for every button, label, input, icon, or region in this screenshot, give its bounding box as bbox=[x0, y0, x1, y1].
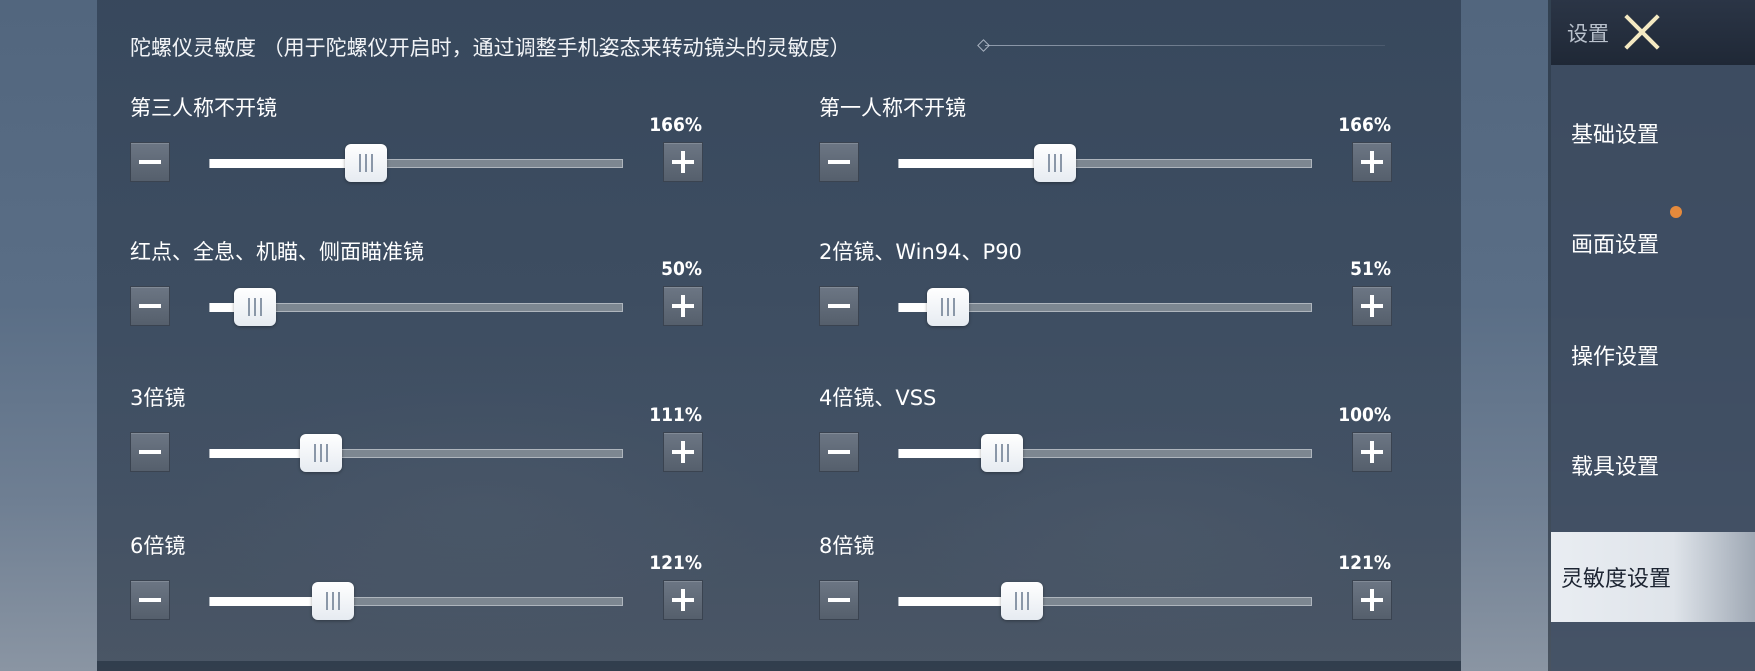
plus-icon bbox=[681, 589, 685, 611]
increase-button[interactable] bbox=[663, 286, 703, 326]
increase-button[interactable] bbox=[663, 580, 703, 620]
minus-icon bbox=[139, 160, 161, 164]
slider-value: 121% bbox=[1338, 552, 1391, 574]
decrease-button[interactable] bbox=[819, 580, 859, 620]
slider-value: 166% bbox=[649, 114, 702, 136]
slider-thumb[interactable] bbox=[1034, 144, 1076, 182]
increase-button[interactable] bbox=[1352, 142, 1392, 182]
slider-thumb[interactable] bbox=[234, 288, 276, 326]
plus-icon bbox=[1370, 441, 1374, 463]
decrease-button[interactable] bbox=[130, 286, 170, 326]
sidebar-item-label: 操作设置 bbox=[1571, 345, 1660, 370]
slider-value: 50% bbox=[661, 258, 702, 280]
slider-thumb[interactable] bbox=[981, 434, 1023, 472]
sidebar-item-controls[interactable]: 操作设置 bbox=[1551, 310, 1755, 400]
sidebar-item-label: 画面设置 bbox=[1571, 233, 1660, 258]
slider-thumb[interactable] bbox=[312, 582, 354, 620]
plus-icon bbox=[681, 151, 685, 173]
slider-label: 红点、全息、机瞄、侧面瞄准镜 bbox=[130, 240, 424, 264]
minus-icon bbox=[828, 304, 850, 308]
increase-button[interactable] bbox=[1352, 580, 1392, 620]
minus-icon bbox=[139, 450, 161, 454]
slider-label: 8倍镜 bbox=[819, 534, 875, 558]
slider-track[interactable] bbox=[898, 597, 1312, 606]
slider-label: 3倍镜 bbox=[130, 386, 186, 410]
plus-icon bbox=[1370, 295, 1374, 317]
increase-button[interactable] bbox=[663, 432, 703, 472]
slider-value: 100% bbox=[1338, 404, 1391, 426]
slider-value: 121% bbox=[649, 552, 702, 574]
section-title: 陀螺仪灵敏度 （用于陀螺仪开启时，通过调整手机姿态来转动镜头的灵敏度） bbox=[130, 36, 851, 60]
sidebar-item-label: 基础设置 bbox=[1571, 123, 1660, 148]
settings-panel bbox=[97, 0, 1461, 661]
increase-button[interactable] bbox=[1352, 286, 1392, 326]
slider-label: 6倍镜 bbox=[130, 534, 186, 558]
decrease-button[interactable] bbox=[819, 142, 859, 182]
slider-track[interactable] bbox=[209, 597, 623, 606]
plus-icon bbox=[681, 441, 685, 463]
slider-label: 4倍镜、VSS bbox=[819, 386, 937, 410]
slider-thumb[interactable] bbox=[300, 434, 342, 472]
minus-icon bbox=[828, 160, 850, 164]
notification-dot bbox=[1670, 206, 1682, 218]
slider-track[interactable] bbox=[898, 159, 1312, 168]
slider-fill bbox=[210, 159, 367, 168]
minus-icon bbox=[139, 304, 161, 308]
decrease-button[interactable] bbox=[819, 286, 859, 326]
slider-label: 第三人称不开镜 bbox=[130, 96, 277, 120]
slider-track[interactable] bbox=[209, 449, 623, 458]
plus-icon bbox=[1370, 589, 1374, 611]
sidebar-item-graphics[interactable]: 画面设置 bbox=[1551, 198, 1755, 288]
sidebar-item-basic[interactable]: 基础设置 bbox=[1551, 88, 1755, 178]
minus-icon bbox=[828, 598, 850, 602]
plus-icon bbox=[681, 295, 685, 317]
slider-thumb[interactable] bbox=[1001, 582, 1043, 620]
sidebar-item-label: 载具设置 bbox=[1571, 455, 1660, 480]
close-x-icon[interactable] bbox=[1621, 12, 1661, 52]
panel-bottom-edge bbox=[97, 661, 1461, 671]
title-divider bbox=[985, 45, 1385, 46]
sidebar-item-label: 灵敏度设置 bbox=[1561, 567, 1672, 592]
sidebar-item-sensitivity[interactable]: 灵敏度设置 bbox=[1551, 532, 1755, 622]
slider-label: 2倍镜、Win94、P90 bbox=[819, 240, 1022, 264]
minus-icon bbox=[828, 450, 850, 454]
decrease-button[interactable] bbox=[130, 142, 170, 182]
sidebar-title: 设置 bbox=[1567, 22, 1609, 46]
slider-value: 111% bbox=[649, 404, 702, 426]
increase-button[interactable] bbox=[1352, 432, 1392, 472]
slider-value: 51% bbox=[1350, 258, 1391, 280]
slider-track[interactable] bbox=[898, 449, 1312, 458]
plus-icon bbox=[1370, 151, 1374, 173]
slider-thumb[interactable] bbox=[927, 288, 969, 326]
minus-icon bbox=[139, 598, 161, 602]
sidebar-item-vehicle[interactable]: 载具设置 bbox=[1551, 420, 1755, 510]
slider-fill bbox=[899, 159, 1056, 168]
decrease-button[interactable] bbox=[130, 580, 170, 620]
slider-track[interactable] bbox=[209, 159, 623, 168]
decrease-button[interactable] bbox=[130, 432, 170, 472]
increase-button[interactable] bbox=[663, 142, 703, 182]
decrease-button[interactable] bbox=[819, 432, 859, 472]
slider-value: 166% bbox=[1338, 114, 1391, 136]
slider-label: 第一人称不开镜 bbox=[819, 96, 966, 120]
slider-thumb[interactable] bbox=[345, 144, 387, 182]
